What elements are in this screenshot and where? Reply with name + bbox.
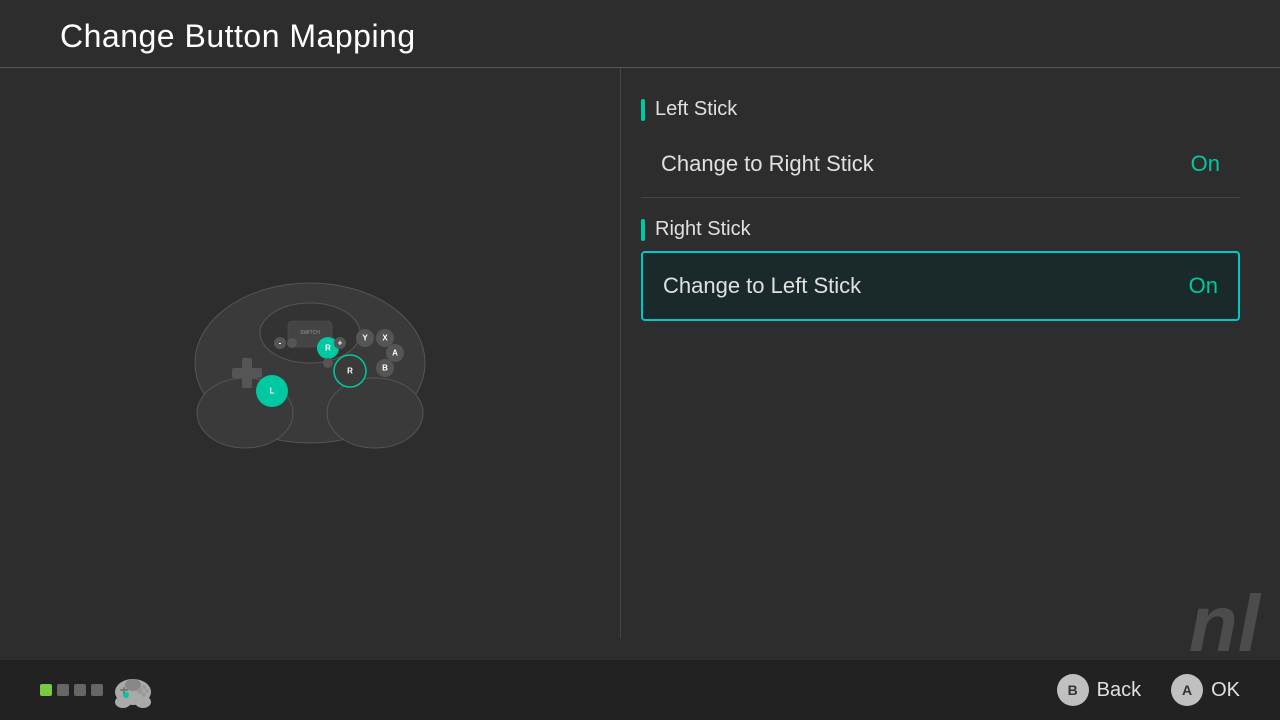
ok-label: OK <box>1211 679 1240 702</box>
bottom-right: B Back A OK <box>1057 674 1240 706</box>
bottom-controller-icon <box>113 670 153 710</box>
main-content: SWITCH L R R Y X <box>0 68 1280 638</box>
dots-row <box>40 684 103 696</box>
change-to-left-stick-label: Change to Left Stick <box>663 273 861 299</box>
settings-panel: Left Stick Change to Right Stick On Righ… <box>620 68 1280 638</box>
change-to-left-stick-row[interactable]: Change to Left Stick On <box>641 251 1240 321</box>
bottom-bar: B Back A OK <box>0 660 1280 720</box>
svg-text:X: X <box>382 334 388 343</box>
controller-svg: SWITCH L R R Y X <box>180 253 440 453</box>
change-to-right-stick-label: Change to Right Stick <box>661 151 874 177</box>
svg-text:Y: Y <box>362 334 368 343</box>
b-circle: B <box>1057 674 1089 706</box>
change-to-right-stick-row[interactable]: Change to Right Stick On <box>641 131 1240 198</box>
svg-text:L: L <box>270 387 275 396</box>
section-bar-right <box>641 219 645 241</box>
left-stick-header: Left Stick <box>641 98 1240 121</box>
svg-text:R: R <box>347 367 353 376</box>
svg-text:A: A <box>392 349 398 358</box>
page-title: Change Button Mapping <box>60 18 1220 55</box>
right-stick-header: Right Stick <box>641 218 1240 241</box>
left-stick-label: Left Stick <box>655 98 737 121</box>
back-label: Back <box>1097 679 1141 702</box>
svg-text:-: - <box>279 339 282 348</box>
right-stick-label: Right Stick <box>655 218 751 241</box>
controller-illustration: SWITCH L R R Y X <box>180 253 440 453</box>
bottom-left <box>40 670 153 710</box>
back-button[interactable]: B Back <box>1057 674 1141 706</box>
change-to-right-stick-value: On <box>1191 151 1220 177</box>
dot-2 <box>57 684 69 696</box>
svg-text:R: R <box>325 344 331 353</box>
svg-text:SWITCH: SWITCH <box>300 330 320 336</box>
dot-1 <box>40 684 52 696</box>
controller-panel: SWITCH L R R Y X <box>0 68 620 638</box>
page-header: Change Button Mapping <box>0 0 1280 68</box>
ok-button[interactable]: A OK <box>1171 674 1240 706</box>
dot-3 <box>74 684 86 696</box>
svg-text:+: + <box>338 339 343 348</box>
left-stick-section: Left Stick Change to Right Stick On <box>641 98 1240 198</box>
section-bar-left <box>641 99 645 121</box>
svg-text:B: B <box>382 364 388 373</box>
right-stick-section: Right Stick Change to Left Stick On <box>641 218 1240 321</box>
dot-4 <box>91 684 103 696</box>
a-circle: A <box>1171 674 1203 706</box>
change-to-left-stick-value: On <box>1189 273 1218 299</box>
